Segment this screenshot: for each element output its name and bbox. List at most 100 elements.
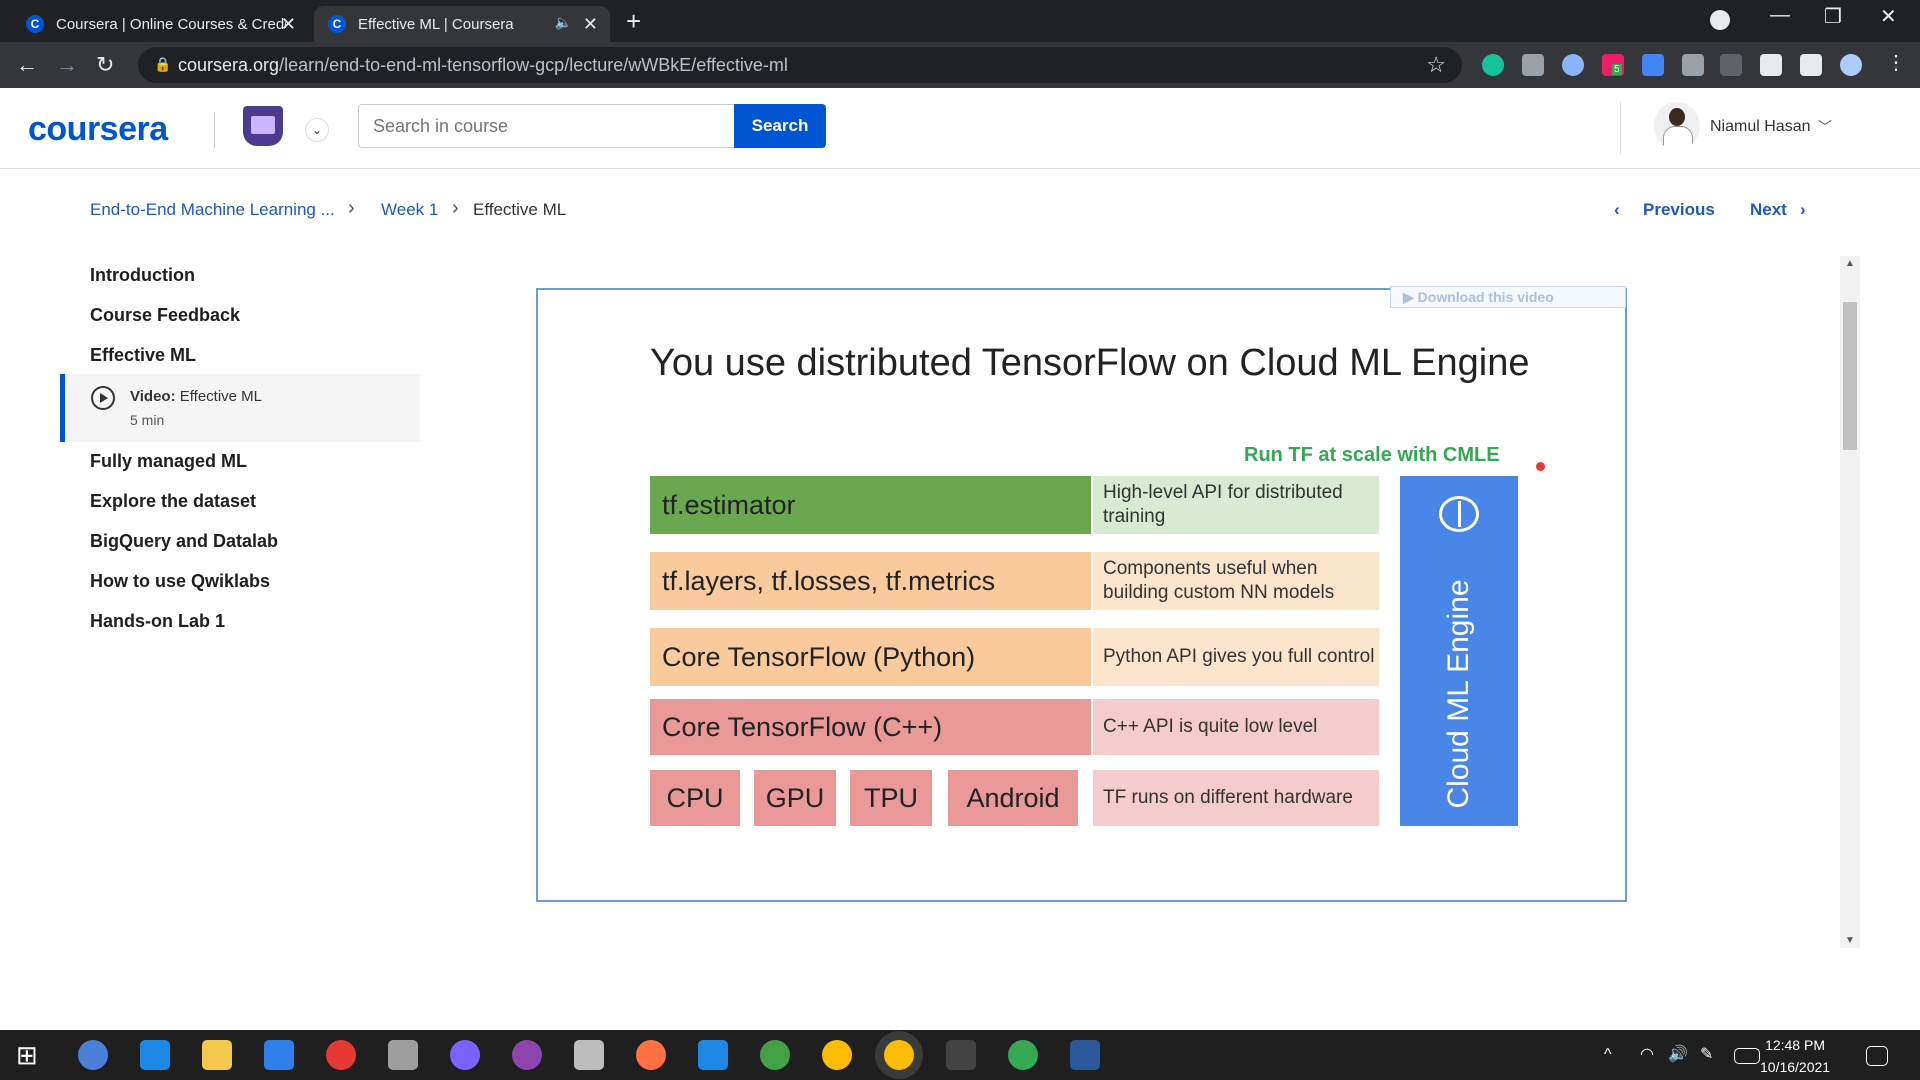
download-icon[interactable] bbox=[1642, 54, 1664, 76]
selected-video-title: Video: Effective ML bbox=[130, 388, 262, 405]
sidebar-item-explore-dataset[interactable]: Explore the dataset bbox=[90, 491, 256, 512]
close-tab-icon[interactable]: ✕ bbox=[281, 14, 296, 35]
bookmark-star-icon[interactable]: ☆ bbox=[1426, 52, 1446, 78]
sidebar-item-bigquery-datalab[interactable]: BigQuery and Datalab bbox=[90, 531, 278, 552]
close-tab-icon[interactable]: ✕ bbox=[583, 14, 598, 35]
vscode-icon[interactable] bbox=[698, 1040, 728, 1070]
tab-effective-ml[interactable]: C Effective ML | Coursera 🔈 ✕ bbox=[314, 6, 610, 42]
tab-search-icon[interactable] bbox=[1710, 10, 1730, 30]
taskbar-clock[interactable]: 12:48 PM 10/16/2021 bbox=[1760, 1034, 1830, 1078]
app-icon[interactable] bbox=[388, 1040, 418, 1070]
search-button[interactable]: Search bbox=[734, 104, 826, 148]
stack-row-label: Core TensorFlow (C++) bbox=[650, 699, 1091, 755]
header-divider bbox=[214, 112, 215, 148]
file-explorer-icon[interactable] bbox=[202, 1040, 232, 1070]
reload-icon[interactable]: ↻ bbox=[96, 52, 114, 78]
pen-icon[interactable] bbox=[1720, 54, 1742, 76]
chevron-down-icon[interactable]: ﹀ bbox=[1818, 117, 1832, 137]
new-tab-icon[interactable]: + bbox=[626, 6, 641, 37]
previous-button[interactable]: Previous bbox=[1643, 200, 1715, 220]
keyboard-icon[interactable] bbox=[1734, 1048, 1760, 1064]
tray-chevron-up-icon[interactable]: ^ bbox=[1604, 1040, 1634, 1070]
chevron-left-icon[interactable]: ‹ bbox=[1614, 200, 1620, 220]
chrome-profile-icon[interactable] bbox=[1008, 1040, 1038, 1070]
sidebar-item-hands-on-lab[interactable]: Hands-on Lab 1 bbox=[90, 611, 225, 632]
page-scrollbar[interactable]: ▲ ▼ bbox=[1840, 256, 1860, 948]
wifi-icon[interactable]: ◠ bbox=[1640, 1040, 1670, 1070]
opera-icon[interactable] bbox=[326, 1040, 356, 1070]
volume-icon[interactable]: 🔊 bbox=[1668, 1040, 1698, 1070]
lock-icon: 🔒 bbox=[154, 56, 172, 72]
breadcrumb-week[interactable]: Week 1 bbox=[381, 200, 438, 220]
user-name[interactable]: Niamul Hasan bbox=[1710, 118, 1810, 136]
chrome-active-icon[interactable] bbox=[884, 1040, 914, 1070]
window-close-icon[interactable]: ✕ bbox=[1880, 4, 1897, 29]
sidebar-item-qwiklabs[interactable]: How to use Qwiklabs bbox=[90, 571, 270, 592]
row-label: Core TensorFlow (C++) bbox=[662, 711, 943, 742]
coursera-logo[interactable]: coursera bbox=[28, 110, 168, 149]
university-logo-icon[interactable] bbox=[243, 106, 283, 146]
video-player[interactable]: ▶ Download this video You use distribute… bbox=[536, 286, 1627, 902]
header-divider bbox=[1620, 102, 1621, 154]
reading-list-icon[interactable] bbox=[1800, 54, 1822, 76]
edge-icon[interactable] bbox=[140, 1040, 170, 1070]
clock-time: 12:48 PM bbox=[1765, 1037, 1825, 1053]
search-input[interactable] bbox=[358, 104, 734, 148]
word-icon[interactable] bbox=[1070, 1040, 1100, 1070]
tab-coursera-home[interactable]: C Coursera | Online Courses & Credential… bbox=[12, 6, 308, 42]
row-desc: C++ API is quite low level bbox=[1103, 716, 1318, 738]
scroll-up-icon[interactable]: ▲ bbox=[1845, 258, 1855, 269]
hardware-box: GPU bbox=[754, 770, 836, 826]
forward-icon[interactable]: → bbox=[56, 52, 78, 78]
play-circle-icon bbox=[91, 386, 115, 410]
grammarly-icon[interactable] bbox=[1482, 54, 1504, 76]
windows-start-icon[interactable]: ⊞ bbox=[16, 1040, 46, 1070]
chevron-down-icon[interactable]: ⌄ bbox=[305, 118, 329, 142]
pen-tray-icon[interactable]: ✎ bbox=[1700, 1040, 1730, 1070]
selected-video-name: Effective ML bbox=[179, 388, 263, 405]
hardware-label: TPU bbox=[864, 782, 918, 813]
browser-toolbar: ← → ↻ 🔒 coursera.org/learn/end-to-end-ml… bbox=[0, 42, 1920, 88]
app-icon[interactable] bbox=[574, 1040, 604, 1070]
browser-tab-strip: C Coursera | Online Courses & Credential… bbox=[0, 0, 1920, 42]
app-globe-icon[interactable] bbox=[760, 1040, 790, 1070]
cloud-ml-engine-label: Cloud ML Engine bbox=[1442, 579, 1475, 809]
extensions-puzzle-icon[interactable] bbox=[1760, 54, 1782, 76]
extension-flag-icon[interactable]: 5 bbox=[1602, 54, 1624, 76]
download-video-button[interactable]: ▶ Download this video bbox=[1390, 286, 1626, 308]
back-icon[interactable]: ← bbox=[16, 52, 38, 78]
chevron-right-icon[interactable]: › bbox=[1800, 200, 1806, 220]
stack-row-desc: C++ API is quite low level bbox=[1093, 699, 1379, 755]
camera-icon[interactable] bbox=[1522, 54, 1544, 76]
app-qb-icon[interactable] bbox=[78, 1040, 108, 1070]
scroll-down-icon[interactable]: ▼ bbox=[1845, 935, 1855, 946]
minimize-icon[interactable]: — bbox=[1770, 4, 1790, 27]
firefox-icon[interactable] bbox=[636, 1040, 666, 1070]
profile-icon[interactable] bbox=[1840, 54, 1862, 76]
terminal-icon[interactable] bbox=[946, 1040, 976, 1070]
mail-icon[interactable] bbox=[264, 1040, 294, 1070]
extension-link-icon[interactable] bbox=[1682, 54, 1704, 76]
next-button[interactable]: Next bbox=[1750, 200, 1787, 220]
sidebar-selected-video[interactable]: Video: Effective ML 5 min bbox=[60, 374, 420, 442]
address-bar[interactable]: 🔒 coursera.org/learn/end-to-end-ml-tenso… bbox=[138, 47, 1462, 83]
chrome-icon[interactable] bbox=[822, 1040, 852, 1070]
extension-globe-icon[interactable] bbox=[1562, 54, 1584, 76]
notifications-icon[interactable] bbox=[1866, 1046, 1888, 1066]
slide-title: You use distributed TensorFlow on Cloud … bbox=[650, 342, 1530, 384]
restore-icon[interactable]: ❐ bbox=[1824, 4, 1842, 29]
stack-row-desc: High-level API for distributed training bbox=[1093, 476, 1379, 534]
url-text: coursera.org/learn/end-to-end-ml-tensorf… bbox=[178, 55, 788, 76]
sidebar-item-fully-managed-ml[interactable]: Fully managed ML bbox=[90, 451, 247, 472]
menu-kebab-icon[interactable]: ⋮ bbox=[1886, 50, 1906, 74]
mute-icon[interactable]: 🔈 bbox=[555, 14, 572, 31]
sidebar-item-introduction[interactable]: Introduction bbox=[90, 265, 195, 286]
sidebar-item-course-feedback[interactable]: Course Feedback bbox=[90, 305, 240, 326]
scroll-thumb[interactable] bbox=[1843, 302, 1857, 450]
messenger-icon[interactable] bbox=[450, 1040, 480, 1070]
sidebar-item-effective-ml[interactable]: Effective ML bbox=[90, 345, 196, 366]
breadcrumb-course[interactable]: End-to-End Machine Learning ... bbox=[90, 200, 335, 220]
avatar[interactable] bbox=[1654, 102, 1700, 150]
stack-row-label: tf.estimator bbox=[650, 476, 1091, 534]
github-icon[interactable] bbox=[512, 1040, 542, 1070]
